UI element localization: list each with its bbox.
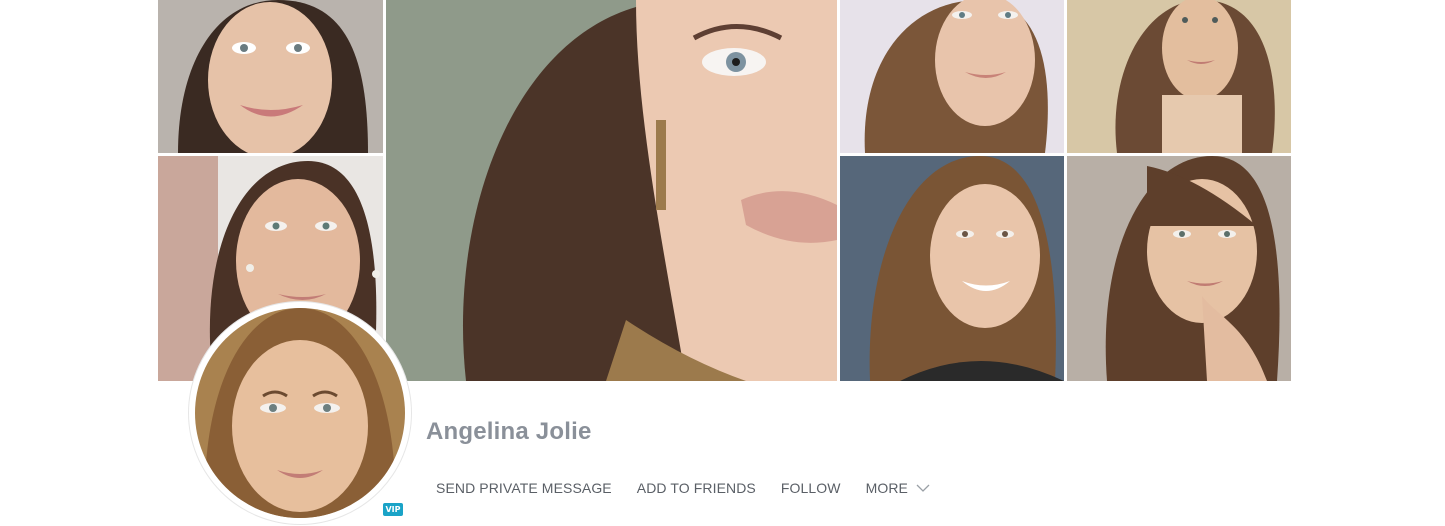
avatar[interactable] bbox=[195, 308, 405, 518]
cover-photo[interactable] bbox=[158, 0, 383, 153]
chevron-down-icon bbox=[916, 484, 930, 492]
profile-page: VIP Angelina Jolie SEND PRIVATE MESSAGE … bbox=[0, 0, 1445, 526]
profile-name: Angelina Jolie bbox=[426, 418, 592, 445]
more-label: MORE bbox=[865, 480, 908, 496]
more-dropdown[interactable]: MORE bbox=[866, 480, 930, 496]
profile-actions: SEND PRIVATE MESSAGE ADD TO FRIENDS FOLL… bbox=[436, 480, 930, 496]
cover-photo[interactable] bbox=[840, 0, 1064, 153]
vip-badge: VIP bbox=[383, 503, 403, 516]
avatar-frame[interactable] bbox=[189, 302, 411, 524]
send-private-message-button[interactable]: SEND PRIVATE MESSAGE bbox=[436, 480, 612, 496]
cover-photo[interactable] bbox=[840, 156, 1064, 381]
add-to-friends-button[interactable]: ADD TO FRIENDS bbox=[637, 480, 756, 496]
cover-photo[interactable] bbox=[1067, 156, 1291, 381]
follow-button[interactable]: FOLLOW bbox=[781, 480, 841, 496]
cover-photo[interactable] bbox=[1067, 0, 1291, 153]
cover-photo-featured[interactable] bbox=[386, 0, 837, 381]
